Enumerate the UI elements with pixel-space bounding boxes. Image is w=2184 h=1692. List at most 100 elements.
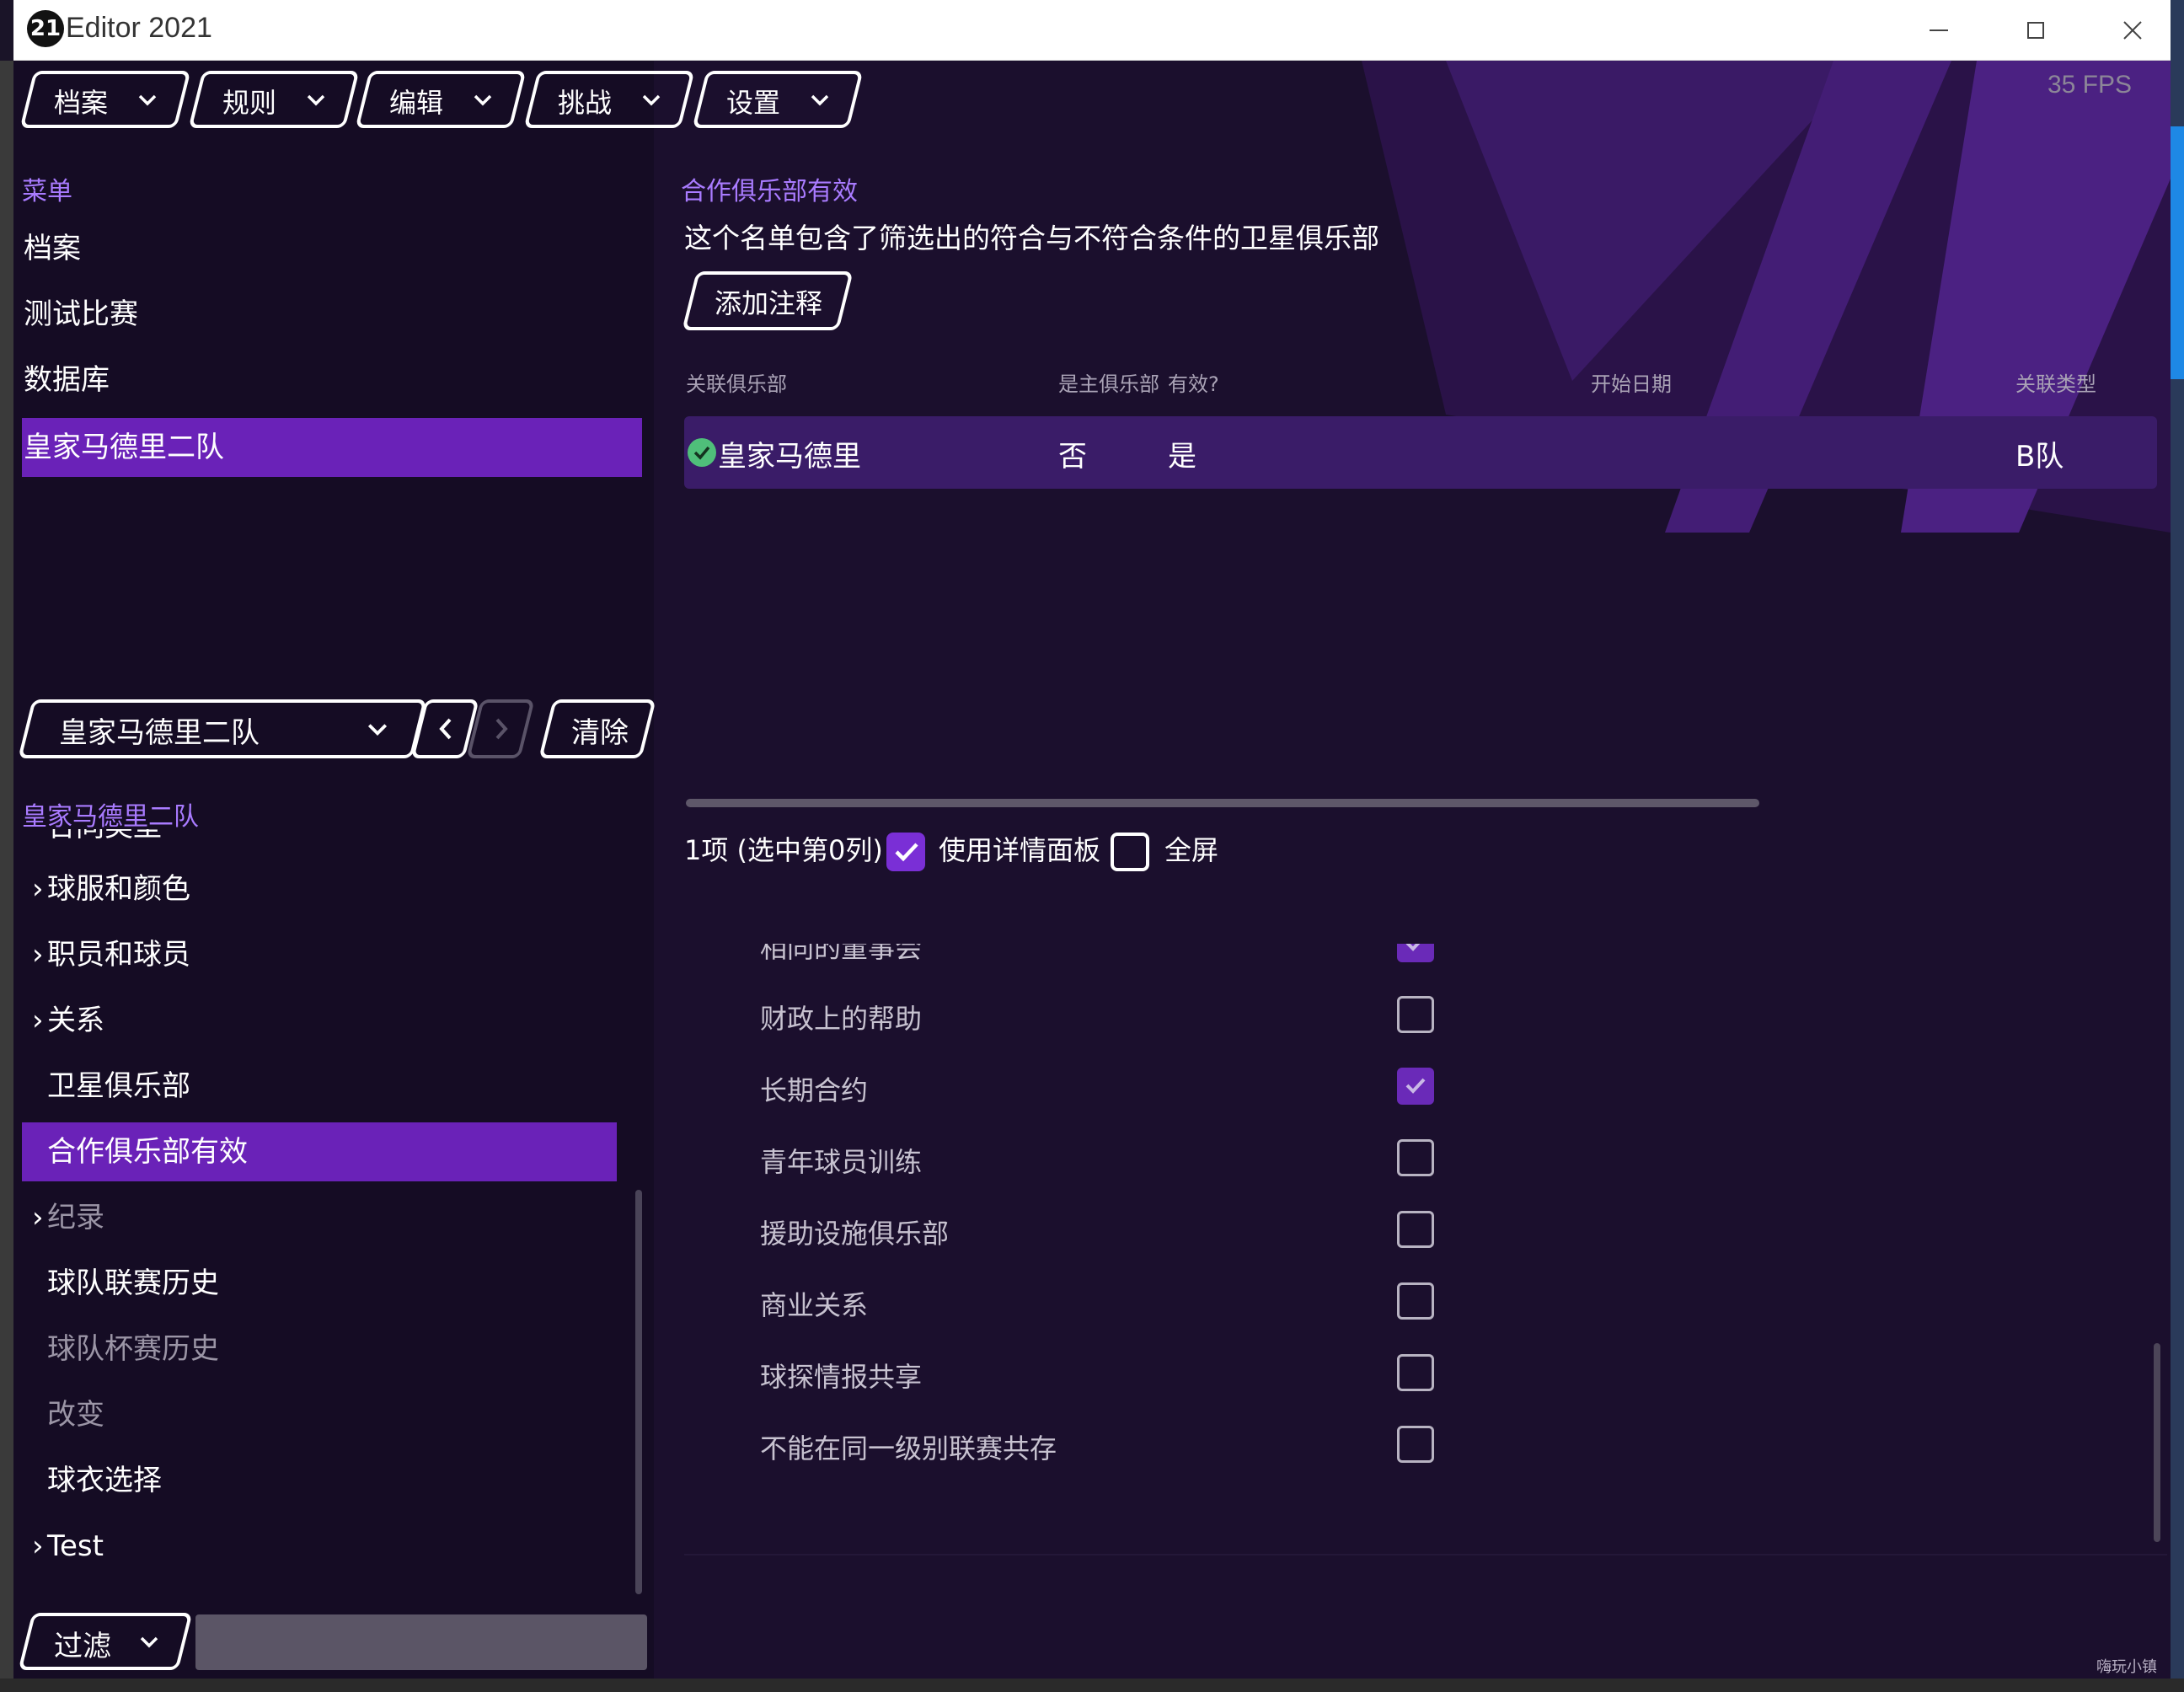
tree-item-label: Test	[47, 1529, 104, 1563]
detail-checkbox[interactable]	[1397, 1354, 1434, 1391]
minimize-button[interactable]	[1892, 0, 1985, 61]
detail-label: 青年球员训练	[760, 1146, 923, 1178]
chevron-down-icon	[367, 724, 388, 736]
page-title: 合作俱乐部有效	[681, 177, 858, 206]
row-valid: 是	[1168, 440, 1196, 474]
add-note-label: 添加注释	[715, 287, 823, 319]
column-header-club[interactable]: 关联俱乐部	[686, 367, 787, 397]
detail-checkbox[interactable]	[1397, 996, 1434, 1033]
app-body: 档案 规则 编辑 挑战 设置 35 FPS 菜单 档案 测试比赛 数据库 皇家马…	[13, 61, 2171, 1679]
chevron-right-icon: ›	[32, 938, 44, 972]
chevron-right-icon	[495, 718, 508, 740]
tree-item-label: 关系	[47, 1004, 104, 1037]
detail-checkbox[interactable]	[1397, 944, 1434, 962]
detail-label: 相同的董事会	[760, 944, 923, 964]
fullscreen-label: 全屏	[1164, 834, 1219, 866]
menu-file-label: 档案	[54, 87, 109, 119]
tree-item-kits-colors[interactable]: › 球服和颜色	[22, 859, 617, 918]
chevron-right-icon: ›	[32, 1529, 44, 1563]
detail-divider	[684, 1554, 2167, 1555]
column-header-valid[interactable]: 有效?	[1168, 367, 1219, 397]
checkmark-icon	[1405, 1078, 1426, 1094]
tree-item-test[interactable]: › Test	[22, 1517, 617, 1576]
tree-item-cup-history[interactable]: 球队杯赛历史	[22, 1320, 617, 1379]
detail-label: 球探情报共享	[760, 1361, 923, 1393]
minimize-icon	[1930, 29, 1948, 31]
menu-settings-label: 设置	[726, 87, 781, 119]
detail-row: 相同的董事会	[684, 944, 2167, 979]
tree-item-kit-selection[interactable]: 球衣选择	[22, 1451, 617, 1510]
detail-checkbox[interactable]	[1397, 1068, 1434, 1105]
filter-dropdown[interactable]: 过滤	[18, 1613, 193, 1670]
tree-item-relations[interactable]: › 关系	[22, 991, 617, 1050]
right-window-edge	[2171, 0, 2184, 1692]
close-button[interactable]	[2086, 0, 2179, 61]
detail-scrollbar[interactable]	[2154, 1343, 2160, 1542]
menu-edit-button[interactable]: 编辑	[355, 71, 527, 128]
menu-settings-button[interactable]: 设置	[692, 71, 864, 128]
title-bar: 21 Editor 2021	[13, 0, 2171, 61]
sidebar-item-file[interactable]: 档案	[22, 219, 642, 278]
tree-item-satellite-clubs[interactable]: 卫星俱乐部	[22, 1057, 617, 1116]
menu-file-button[interactable]: 档案	[19, 71, 191, 128]
selection-status: 1项 (选中第0列)	[684, 834, 883, 866]
fps-counter: 35 FPS	[2047, 71, 2132, 99]
fullscreen-checkbox[interactable]	[1111, 833, 1149, 871]
club-selector-dropdown[interactable]: 皇家马德里二队	[18, 699, 427, 758]
check-circle-icon	[688, 438, 716, 467]
checkmark-icon	[1405, 944, 1421, 951]
detail-row: 不能在同一级别联赛共存	[684, 1409, 2167, 1480]
sidebar-item-database[interactable]: 数据库	[22, 351, 642, 410]
next-button[interactable]	[466, 699, 535, 758]
menu-rules-label: 规则	[222, 87, 277, 119]
tree-item-records[interactable]: › 纪录	[22, 1188, 617, 1247]
window-title: Editor 2021	[66, 12, 212, 44]
column-header-type[interactable]: 关联类型	[2015, 367, 2096, 397]
tree-scrollbar[interactable]	[635, 1190, 642, 1594]
chevron-down-icon	[811, 94, 829, 106]
sidebar-item-test-match[interactable]: 测试比赛	[22, 285, 642, 344]
tree-item-staff-players[interactable]: › 职员和球员	[22, 925, 617, 984]
menu-challenge-button[interactable]: 挑战	[523, 71, 695, 128]
detail-checkbox[interactable]	[1397, 1282, 1434, 1320]
chevron-down-icon	[140, 1636, 158, 1648]
detail-row: 财政上的帮助	[684, 979, 2167, 1050]
menu-rules-button[interactable]: 规则	[188, 71, 360, 128]
tree-item-league-history[interactable]: 球队联赛历史	[22, 1254, 617, 1313]
row-type: B队	[2015, 440, 2064, 474]
detail-checkbox[interactable]	[1397, 1211, 1434, 1248]
table-row[interactable]: 皇家马德里 否 是 B队	[684, 416, 2157, 489]
column-header-start-date[interactable]: 开始日期	[1591, 367, 1672, 397]
column-header-is-main[interactable]: 是主俱乐部	[1058, 367, 1159, 397]
tree-item-affiliated-clubs[interactable]: 合作俱乐部有效	[22, 1122, 617, 1181]
maximize-button[interactable]	[1989, 0, 2082, 61]
detail-checkbox[interactable]	[1397, 1426, 1434, 1463]
menu-section-label: 菜单	[22, 177, 72, 206]
menu-challenge-label: 挑战	[558, 87, 613, 119]
add-note-button[interactable]: 添加注释	[682, 271, 854, 330]
detail-label: 商业关系	[760, 1289, 869, 1321]
detail-label: 财政上的帮助	[760, 1003, 923, 1035]
tree-list: 合同类型 ›球服和颜色 ›职员和球员 ›关系 卫星俱乐部 合作俱乐部有效 ›纪录…	[13, 829, 654, 1604]
tree-item-label: 纪录	[47, 1201, 104, 1234]
chevron-down-icon	[474, 94, 492, 106]
detail-row: 球探情报共享	[684, 1337, 2167, 1408]
detail-panel: 相同的董事会 财政上的帮助 长期合约 青年球员训练 援助设施俱乐部 商业关系 球…	[684, 944, 2167, 1550]
chevron-down-icon	[642, 94, 661, 106]
use-detail-panel-checkbox[interactable]	[886, 833, 925, 871]
detail-label: 不能在同一级别联赛共存	[760, 1432, 1057, 1464]
sidebar-item-real-madrid-b[interactable]: 皇家马德里二队	[22, 418, 642, 477]
watermark: 嗨玩小镇	[2096, 1658, 2157, 1676]
table-horizontal-scrollbar[interactable]	[686, 799, 1759, 807]
detail-checkbox[interactable]	[1397, 1139, 1434, 1176]
tree-item-contract-type[interactable]: 合同类型	[22, 829, 617, 856]
tree-item-changes[interactable]: 改变	[22, 1385, 617, 1444]
clear-button[interactable]: 清除	[538, 699, 656, 758]
filter-label: 过滤	[54, 1630, 111, 1663]
previous-button[interactable]	[410, 699, 479, 758]
maximize-icon	[2027, 22, 2044, 39]
tree-section-label: 皇家马德里二队	[22, 802, 199, 832]
filter-input[interactable]	[195, 1614, 647, 1670]
chevron-down-icon	[307, 94, 325, 106]
chevron-left-icon	[439, 718, 452, 740]
